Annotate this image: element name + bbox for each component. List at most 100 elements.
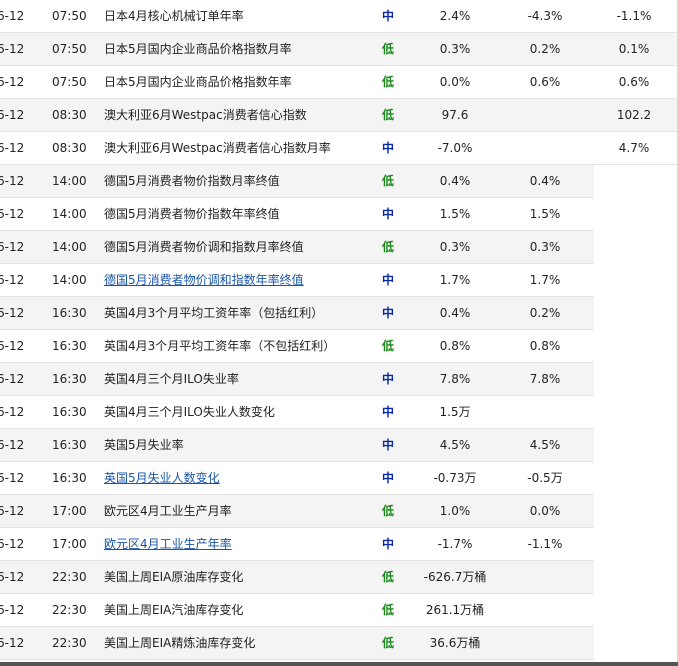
row-time: 14:00 [52,174,87,188]
previous-value: 1.7% [439,273,471,287]
importance-badge: 中 [381,471,394,485]
event-name: 德国5月消费者物价指数月率终值 [104,174,280,188]
event-name: 日本4月核心机械订单年率 [104,9,244,23]
event-name: 美国上周EIA原油库存变化 [104,570,244,584]
importance-badge: 低 [381,42,394,56]
importance-badge: 中 [381,438,394,452]
forecast-value: 1.7% [529,273,561,287]
previous-value: 0.0% [439,75,471,89]
importance-badge: 低 [381,636,394,650]
previous-value: 1.5% [439,207,471,221]
row-date: 6-12 [0,273,25,287]
row-date: 6-12 [0,537,25,551]
importance-badge: 低 [381,108,394,122]
event-name: 美国上周EIA精炼油库存变化 [104,636,256,650]
table-row: 6-12 22:30 美国上周EIA精炼油库存变化 低 36.6万桶 [0,627,594,660]
table-row: 6-12 08:30 澳大利亚6月Westpac消费者信心指数月率 中 -7.0% 4.7… [0,132,678,165]
importance-badge: 低 [381,339,394,353]
row-date: 6-12 [0,207,25,221]
event-name: 欧元区4月工业生产月率 [104,504,232,518]
previous-value: 0.4% [439,174,471,188]
row-time: 16:30 [52,438,87,452]
table-row: 6-12 07:50 日本4月核心机械订单年率 中 2.4% -4.3% -1.1% [0,0,678,33]
event-name: 英国4月三个月ILO失业人数变化 [104,405,275,419]
row-date: 6-12 [0,108,25,122]
forecast-value: 0.2% [529,306,561,320]
row-date: 6-12 [0,174,25,188]
actual-value [594,429,674,461]
importance-badge: 低 [381,75,394,89]
event-name: 英国4月3个月平均工资年率（不包括红利） [104,339,336,353]
row-time: 16:30 [52,372,87,386]
forecast-value: 0.0% [529,504,561,518]
row-time: 17:00 [52,504,87,518]
row-date: 6-12 [0,42,25,56]
row-date: 6-12 [0,504,25,518]
event-name: 日本5月国内企业商品价格指数月率 [104,42,292,56]
row-time: 22:30 [52,603,87,617]
importance-badge: 中 [381,372,394,386]
actual-value [594,561,674,593]
importance-badge: 中 [381,9,394,23]
importance-badge: 中 [381,273,394,287]
event-link[interactable]: 德国5月消费者物价调和指数年率终值 [104,264,374,296]
row-date: 6-12 [0,75,25,89]
table-row: 6-12 16:30 英国4月3个月平均工资年率（不包括红利） 低 0.8% 0.8% [0,330,594,363]
row-time: 14:00 [52,207,87,221]
event-link[interactable]: 英国5月失业人数变化 [104,462,374,494]
forecast-value [495,561,595,593]
bottom-divider [0,662,678,666]
row-time: 08:30 [52,108,87,122]
row-date: 6-12 [0,405,25,419]
row-time: 16:30 [52,471,87,485]
previous-value: 7.8% [439,372,471,386]
actual-value [594,396,674,428]
table-row: 6-12 14:00 德国5月消费者物价指数月率终值 低 0.4% 0.4% [0,165,594,198]
row-date: 6-12 [0,9,25,23]
importance-badge: 中 [381,537,394,551]
previous-value: 1.0% [439,504,471,518]
previous-value: 1.5万 [439,405,471,419]
importance-badge: 低 [381,603,394,617]
actual-value [594,462,674,494]
forecast-value: 4.5% [529,438,561,452]
event-name: 澳大利亚6月Westpac消费者信心指数月率 [104,141,331,155]
table-row: 6-12 16:30 英国5月失业率 中 4.5% 4.5% [0,429,594,462]
event-name: 英国4月三个月ILO失业率 [104,372,239,386]
forecast-value: 1.5% [529,207,561,221]
forecast-value [495,594,595,626]
forecast-value: 7.8% [529,372,561,386]
table-row: 6-12 16:30 英国4月三个月ILO失业率 中 7.8% 7.8% [0,363,594,396]
event-link[interactable]: 欧元区4月工业生产年率 [104,528,374,560]
row-date: 6-12 [0,339,25,353]
row-time: 08:30 [52,141,87,155]
table-row: 6-12 14:00 德国5月消费者物价调和指数月率终值 低 0.3% 0.3% [0,231,594,264]
row-date: 6-12 [0,570,25,584]
previous-value: 0.4% [439,306,471,320]
event-name: 德国5月消费者物价调和指数月率终值 [104,240,304,254]
row-date: 6-12 [0,372,25,386]
table-row: 6-12 22:30 美国上周EIA原油库存变化 低 -626.7万桶 [0,561,594,594]
table-row: 6-12 17:00 欧元区4月工业生产月率 低 1.0% 0.0% [0,495,594,528]
actual-value [594,330,674,362]
row-date: 6-12 [0,636,25,650]
row-date: 6-12 [0,306,25,320]
previous-value: -626.7万桶 [423,570,487,584]
forecast-value: 0.8% [529,339,561,353]
table-row: 6-12 08:30 澳大利亚6月Westpac消费者信心指数 低 97.6 102.2 [0,99,678,132]
row-date: 6-12 [0,141,25,155]
forecast-value [495,627,595,659]
forecast-value: -0.5万 [527,471,563,485]
row-time: 17:00 [52,537,87,551]
event-name: 英国4月3个月平均工资年率（包括红利） [104,306,324,320]
row-time: 22:30 [52,636,87,650]
table-row: 6-12 22:30 美国上周EIA汽油库存变化 低 261.1万桶 [0,594,594,627]
table-row: 6-12 14:00 德国5月消费者物价指数年率终值 中 1.5% 1.5% [0,198,594,231]
actual-value: 0.6% [618,75,650,89]
forecast-value: -1.1% [527,537,563,551]
actual-value [594,627,674,659]
row-date: 6-12 [0,471,25,485]
previous-value: 4.5% [439,438,471,452]
row-time: 07:50 [52,9,87,23]
previous-value: -7.0% [437,141,473,155]
